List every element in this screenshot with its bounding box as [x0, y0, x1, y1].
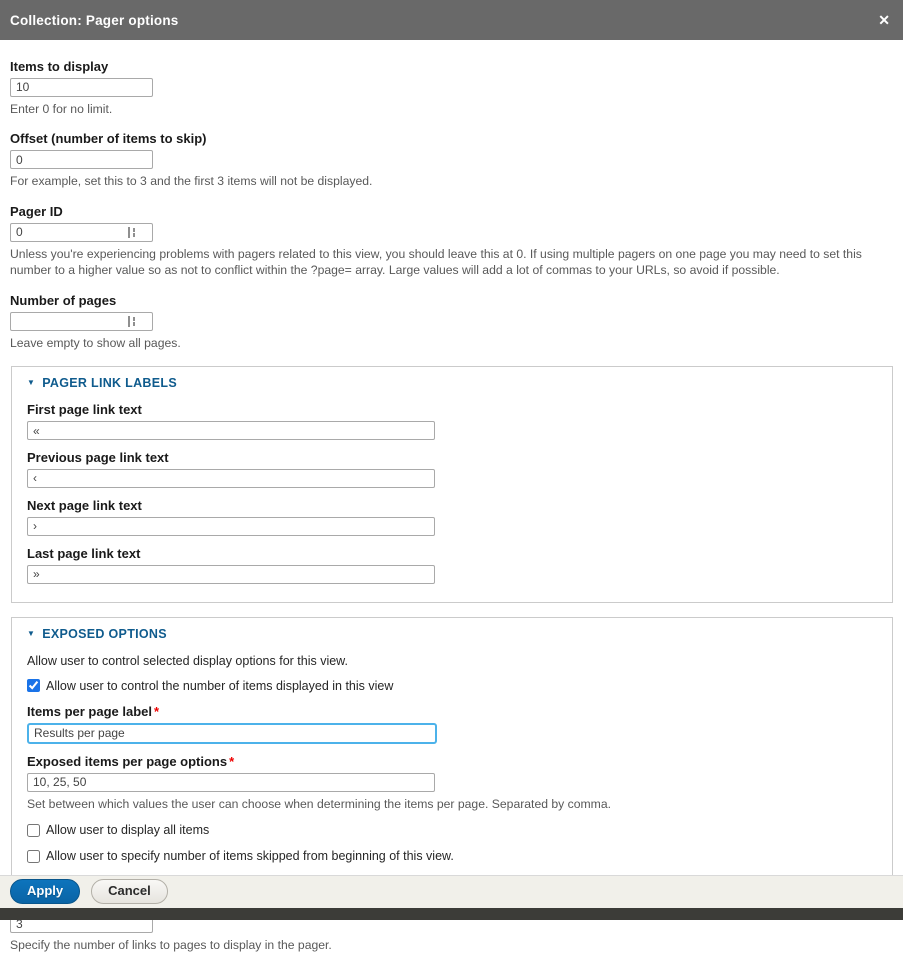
number-of-pages-label: Number of pages	[10, 294, 893, 309]
first-page-link-label: First page link text	[27, 403, 877, 418]
exposed-items-options-input[interactable]	[27, 773, 435, 792]
field-previous-page-link: Previous page link text	[27, 451, 877, 488]
pager-link-labels-legend[interactable]: ▼ PAGER LINK LABELS	[27, 376, 877, 390]
offset-description: For example, set this to 3 and the first…	[10, 173, 890, 189]
field-first-page-link: First page link text	[27, 403, 877, 440]
pager-id-description: Unless you're experiencing problems with…	[10, 246, 890, 279]
chevron-down-icon: ▼	[27, 630, 35, 638]
field-exposed-items-options: Exposed items per page options* Set betw…	[27, 755, 877, 812]
apply-button[interactable]: Apply	[10, 879, 80, 904]
modal-footer: Apply Cancel	[0, 875, 903, 908]
next-page-link-input[interactable]	[27, 517, 435, 536]
first-page-link-input[interactable]	[27, 421, 435, 440]
number-of-pages-description: Leave empty to show all pages.	[10, 335, 890, 351]
exposed-items-options-description: Set between which values the user can ch…	[27, 796, 877, 812]
close-icon[interactable]: ✕	[878, 13, 890, 27]
previous-page-link-label: Previous page link text	[27, 451, 877, 466]
field-items-to-display: Items to display Enter 0 for no limit.	[10, 60, 893, 117]
modal-header: Collection: Pager options ✕	[0, 0, 903, 40]
next-page-link-label: Next page link text	[27, 499, 877, 514]
items-to-display-description: Enter 0 for no limit.	[10, 101, 890, 117]
exposed-options-legend[interactable]: ▼ EXPOSED OPTIONS	[27, 627, 877, 641]
required-marker: *	[154, 704, 159, 719]
pager-link-labels-legend-text: PAGER LINK LABELS	[42, 376, 177, 390]
number-spinner-icon[interactable]	[128, 316, 136, 327]
chevron-down-icon: ▼	[27, 379, 35, 387]
field-number-of-pages: Number of pages Leave empty to show all …	[10, 294, 893, 351]
number-spinner-icon[interactable]	[128, 227, 136, 238]
last-page-link-input[interactable]	[27, 565, 435, 584]
required-marker: *	[229, 754, 234, 769]
cancel-button[interactable]: Cancel	[91, 879, 168, 904]
items-per-page-label-label: Items per page label*	[27, 705, 877, 720]
field-offset: Offset (number of items to skip) For exa…	[10, 132, 893, 189]
fieldset-pager-link-labels: ▼ PAGER LINK LABELS First page link text…	[11, 366, 893, 603]
exposed-options-legend-text: EXPOSED OPTIONS	[42, 627, 167, 641]
page-background-strip	[0, 908, 903, 920]
last-page-link-label: Last page link text	[27, 547, 877, 562]
fieldset-exposed-options: ▼ EXPOSED OPTIONS Allow user to control …	[11, 617, 893, 882]
display-all-checkbox[interactable]	[27, 824, 40, 837]
exposed-items-options-label: Exposed items per page options*	[27, 755, 877, 770]
modal-body: Items to display Enter 0 for no limit. O…	[0, 40, 903, 954]
field-last-page-link: Last page link text	[27, 547, 877, 584]
offset-input[interactable]	[10, 150, 153, 169]
pager-links-visible-description: Specify the number of links to pages to …	[10, 937, 890, 953]
items-to-display-input[interactable]	[10, 78, 153, 97]
items-per-page-label-input[interactable]	[27, 723, 437, 744]
display-all-checkbox-label: Allow user to display all items	[46, 823, 209, 837]
items-to-display-label: Items to display	[10, 60, 893, 75]
field-next-page-link: Next page link text	[27, 499, 877, 536]
specify-skipped-checkbox[interactable]	[27, 850, 40, 863]
offset-label: Offset (number of items to skip)	[10, 132, 893, 147]
checkbox-row-display-all[interactable]: Allow user to display all items	[27, 823, 877, 837]
control-items-checkbox-label: Allow user to control the number of item…	[46, 679, 393, 693]
checkbox-row-specify-skipped[interactable]: Allow user to specify number of items sk…	[27, 849, 877, 863]
field-pager-id: Pager ID Unless you're experiencing prob…	[10, 205, 893, 279]
checkbox-row-control-items[interactable]: Allow user to control the number of item…	[27, 679, 877, 693]
specify-skipped-checkbox-label: Allow user to specify number of items sk…	[46, 849, 454, 863]
field-items-per-page-label: Items per page label*	[27, 705, 877, 744]
modal-title: Collection: Pager options	[10, 13, 179, 28]
control-items-checkbox[interactable]	[27, 679, 40, 692]
pager-id-label: Pager ID	[10, 205, 893, 220]
exposed-options-intro: Allow user to control selected display o…	[27, 654, 877, 668]
modal-footer-area: Apply Cancel	[0, 875, 903, 920]
previous-page-link-input[interactable]	[27, 469, 435, 488]
